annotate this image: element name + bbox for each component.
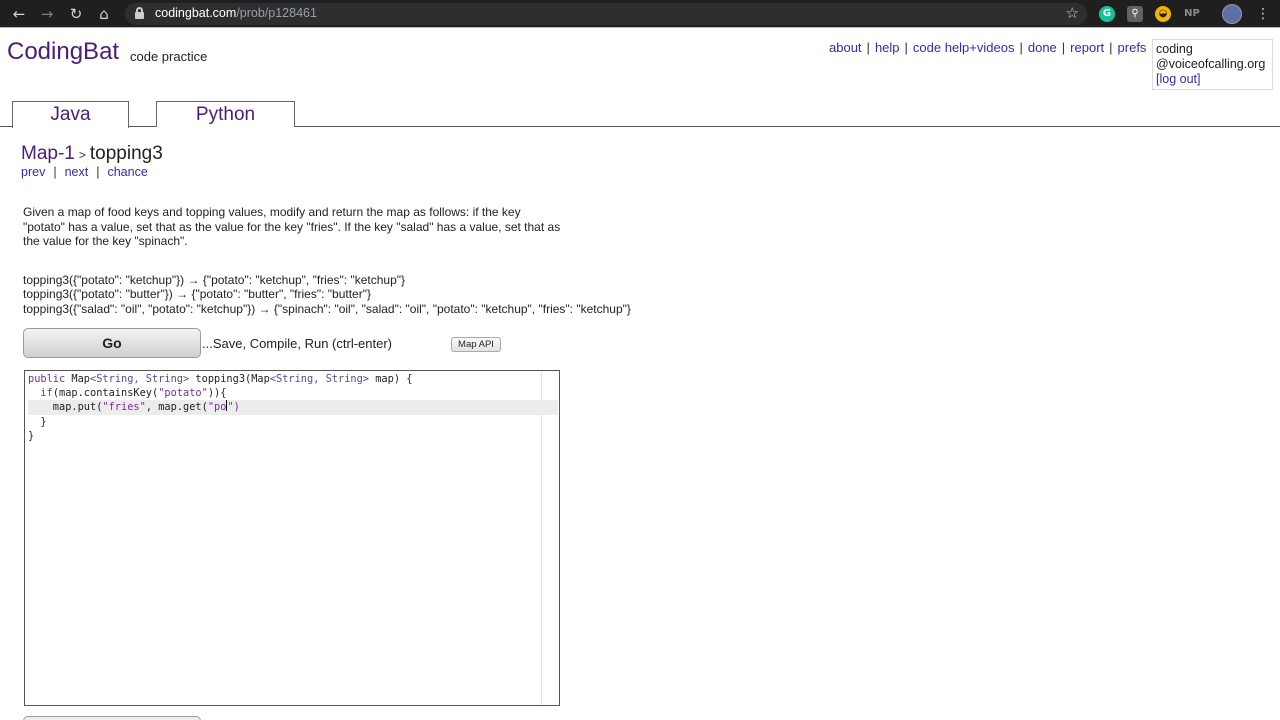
address-bar[interactable]: codingbat.com/prob/p128461 ☆	[125, 3, 1087, 25]
home-icon[interactable]: ⌂	[94, 4, 114, 24]
examples: topping3({"potato": "ketchup"}) → {"pota…	[23, 273, 631, 316]
lock-icon	[135, 7, 144, 19]
go-hint: ...Save, Compile, Run (ctrl-enter)	[202, 336, 393, 351]
code-token: )){	[207, 387, 227, 400]
code-token: map.put(	[28, 401, 103, 414]
code-token: "potato"	[158, 387, 208, 400]
code-line[interactable]: }	[28, 429, 558, 443]
sunglasses-icon[interactable]: ◒	[1155, 6, 1171, 22]
user-name-line1: coding	[1156, 42, 1193, 56]
code-token: , map.get(	[145, 401, 208, 414]
code-token: "po	[207, 401, 227, 414]
code-token: Map	[65, 373, 91, 385]
breadcrumb-category[interactable]: Map-1	[21, 143, 75, 164]
bookmark-star-icon[interactable]: ☆	[1066, 4, 1079, 22]
reload-icon[interactable]: ↻	[66, 4, 86, 24]
breadcrumb-arrow: >	[78, 148, 86, 162]
url-text[interactable]: codingbat.com/prob/p128461	[155, 6, 317, 20]
code-line[interactable]: }	[28, 415, 558, 429]
go-button[interactable]: Go	[23, 328, 201, 358]
prev-link[interactable]: prev	[21, 165, 45, 179]
link-help[interactable]: help	[875, 40, 900, 55]
grammarly-icon[interactable]: G	[1099, 6, 1115, 22]
link-separator: |	[866, 40, 870, 55]
nav-separator: |	[53, 165, 57, 179]
code-token: "fries"	[102, 401, 146, 414]
code-line[interactable]: if(map.containsKey("potato")){	[28, 386, 558, 400]
link-separator: |	[904, 40, 908, 55]
url-host: codingbat.com	[155, 6, 237, 20]
example-line: topping3({"salad": "oil", "potato": "ket…	[23, 301, 631, 316]
chance-link[interactable]: chance	[107, 165, 147, 179]
code-line-active[interactable]: map.put("fries", map.get("po")	[28, 400, 558, 415]
logout-link[interactable]: [log out]	[1156, 72, 1269, 87]
code-token: if	[28, 387, 53, 400]
site-logo[interactable]: CodingBat	[7, 38, 119, 66]
link-separator: |	[1109, 40, 1113, 55]
top-links: about | help | code help+videos | done | report |…	[829, 40, 1146, 55]
secondary-button-edge[interactable]	[23, 716, 201, 720]
code-token: (map.containsKey(	[52, 387, 159, 400]
extension-icon[interactable]: ⚲	[1127, 6, 1143, 22]
code-token: }	[28, 429, 35, 442]
link-separator: |	[1061, 40, 1066, 55]
menu-dots-icon[interactable]: ⋮	[1253, 4, 1273, 24]
code-editor[interactable]: public Map<String, String> topping3(Map<…	[24, 370, 560, 706]
link-separator: |	[1019, 40, 1023, 55]
code-line[interactable]: public Map<String, String> topping3(Map<…	[28, 372, 558, 386]
user-name-line2: @voiceofcalling.org	[1156, 57, 1266, 71]
code-token: <String, String>	[269, 373, 370, 385]
breadcrumb: Map-1 > topping3	[21, 143, 163, 165]
code-token: ")	[227, 401, 240, 414]
example-line: topping3({"potato": "butter"}) → {"potat…	[23, 287, 371, 302]
code-token: topping3(Map	[189, 373, 270, 385]
profile-avatar[interactable]	[1222, 4, 1242, 24]
problem-title: topping3	[89, 143, 163, 164]
tab-java[interactable]: Java	[12, 101, 129, 128]
link-about[interactable]: about	[829, 40, 862, 55]
nav-separator: |	[96, 165, 100, 179]
link-done[interactable]: done	[1028, 40, 1057, 55]
code-lines[interactable]: public Map<String, String> topping3(Map<…	[28, 372, 558, 443]
next-link[interactable]: next	[65, 165, 89, 179]
browser-toolbar: ← → ↻ ⌂ codingbat.com/prob/p128461 ☆ G ⚲…	[0, 0, 1280, 28]
code-token: map) {	[369, 373, 413, 385]
code-token: }	[28, 415, 47, 428]
link-report[interactable]: report	[1070, 40, 1104, 55]
link-code-help-videos[interactable]: code help+videos	[913, 40, 1015, 55]
map-api-button[interactable]: Map API	[451, 337, 501, 352]
code-token: public	[28, 373, 66, 385]
forward-arrow-icon[interactable]: →	[37, 4, 57, 24]
user-box: coding @voiceofcalling.org [log out]	[1152, 39, 1273, 90]
link-prefs[interactable]: prefs	[1118, 40, 1147, 55]
problem-nav: prev | next | chance	[21, 165, 148, 179]
back-arrow-icon[interactable]: ←	[9, 4, 29, 24]
code-token: <String, String>	[90, 373, 190, 385]
np-icon[interactable]: NP	[1181, 6, 1203, 22]
example-line: topping3({"potato": "ketchup"}) → {"pota…	[23, 273, 406, 287]
tab-python[interactable]: Python	[156, 101, 295, 127]
site-tagline: code practice	[130, 49, 208, 64]
problem-description: Given a map of food keys and topping val…	[23, 205, 561, 248]
url-path: /prob/p128461	[236, 6, 317, 20]
